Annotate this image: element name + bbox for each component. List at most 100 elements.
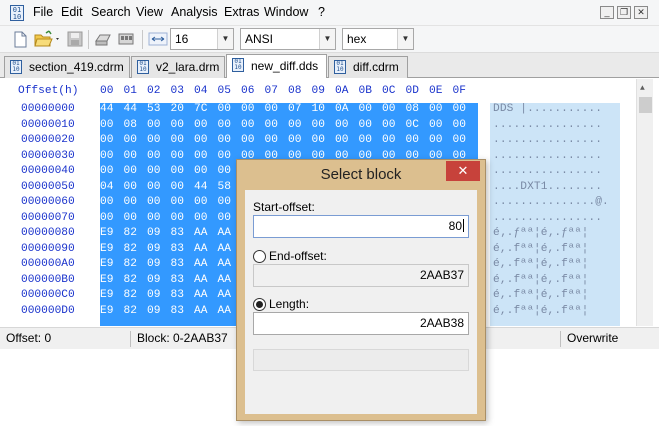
ascii-text[interactable]: ................ [493,119,602,131]
hex-byte[interactable]: 00 [100,165,120,177]
restore-button[interactable]: ❐ [617,6,631,19]
hex-byte[interactable]: 07 [288,103,308,115]
ascii-text[interactable]: ................ [493,134,602,146]
hex-byte[interactable]: 00 [100,212,120,224]
hex-byte[interactable]: 00 [171,181,191,193]
hex-byte[interactable]: 00 [171,134,191,146]
charset-select[interactable]: ANSI ▼ [240,28,336,50]
menu-window[interactable]: Window [264,5,308,19]
hex-byte[interactable]: 00 [406,134,426,146]
hex-byte[interactable]: AA [218,305,238,317]
hex-byte[interactable]: 00 [335,119,355,131]
ascii-text[interactable]: é‚.ƒªª¦é‚.ƒªª¦ [493,227,588,239]
hex-byte[interactable]: 44 [124,103,144,115]
ascii-text[interactable]: é,.fªª¦é,.fªª¦ [493,258,588,270]
ascii-text[interactable]: ................ [493,165,602,177]
hex-byte[interactable]: 00 [453,134,473,146]
hex-byte[interactable]: 00 [124,212,144,224]
hex-byte[interactable]: 00 [147,165,167,177]
menu-help[interactable]: ? [318,5,325,19]
hex-byte[interactable]: 0C [406,119,426,131]
save-icon[interactable] [65,30,85,48]
hex-byte[interactable]: 09 [147,243,167,255]
tab-new-diff[interactable]: 01 10 new_diff.dds [226,54,327,78]
hex-byte[interactable]: 00 [382,119,402,131]
hex-byte[interactable]: 00 [100,150,120,162]
hex-byte[interactable]: 00 [265,103,285,115]
hex-byte[interactable]: 00 [194,150,214,162]
hex-byte[interactable]: 00 [171,150,191,162]
menu-view[interactable]: View [136,5,163,19]
hex-byte[interactable]: AA [194,274,214,286]
hex-byte[interactable]: 00 [382,103,402,115]
hex-byte[interactable]: 00 [359,134,379,146]
tab-v2-lara[interactable]: 01 10 v2_lara.drm [131,56,225,78]
hex-byte[interactable]: 20 [171,103,191,115]
hex-byte[interactable]: AA [194,258,214,270]
hex-byte[interactable]: 82 [124,274,144,286]
hex-byte[interactable]: 09 [147,227,167,239]
open-folder-icon[interactable] [33,30,61,48]
vertical-scrollbar[interactable]: ▲ [636,79,653,326]
hex-byte[interactable]: 00 [171,119,191,131]
hex-byte[interactable]: 82 [124,289,144,301]
length-radio[interactable] [253,298,266,311]
hex-byte[interactable]: 00 [382,134,402,146]
hex-byte[interactable]: 00 [124,181,144,193]
hex-byte[interactable]: 00 [359,119,379,131]
hex-byte[interactable]: AA [194,289,214,301]
hex-byte[interactable]: 00 [218,150,238,162]
ascii-text[interactable]: ....DXT1........ [493,181,602,193]
hex-byte[interactable]: 00 [147,150,167,162]
hex-byte[interactable]: E9 [100,227,120,239]
ascii-text[interactable]: é,.fªª¦é,.fªª¦ [493,305,588,317]
hex-byte[interactable]: 00 [265,119,285,131]
hex-byte[interactable]: 04 [100,181,120,193]
hex-byte[interactable]: 00 [100,196,120,208]
length-input[interactable]: 2AAB38 [253,312,469,335]
hex-byte[interactable]: 08 [124,119,144,131]
hex-byte[interactable]: 44 [194,181,214,193]
hex-byte[interactable]: 83 [171,243,191,255]
hex-byte[interactable]: AA [218,258,238,270]
hex-byte[interactable]: 00 [171,196,191,208]
hex-byte[interactable]: 00 [147,212,167,224]
hex-byte[interactable]: 00 [171,165,191,177]
hex-byte[interactable]: 83 [171,258,191,270]
hex-byte[interactable]: 00 [124,165,144,177]
hex-byte[interactable]: 00 [288,134,308,146]
hex-byte[interactable]: 00 [241,103,261,115]
hex-byte[interactable]: AA [218,227,238,239]
end-offset-radio[interactable] [253,250,266,263]
menu-search[interactable]: Search [91,5,131,19]
hex-byte[interactable]: 00 [453,103,473,115]
hex-byte[interactable]: 00 [194,119,214,131]
hex-byte[interactable]: 09 [147,289,167,301]
hex-byte[interactable]: 82 [124,258,144,270]
hex-byte[interactable]: AA [218,243,238,255]
hex-byte[interactable]: 83 [171,305,191,317]
ascii-text[interactable]: é,.fªª¦é,.fªª¦ [493,243,588,255]
hex-byte[interactable]: 00 [124,196,144,208]
hex-byte[interactable]: 10 [312,103,332,115]
hex-byte[interactable]: AA [194,243,214,255]
hex-byte[interactable]: 00 [147,119,167,131]
hex-byte[interactable]: 00 [171,212,191,224]
ascii-text[interactable]: é,.fªª¦é,.fªª¦ [493,274,588,286]
hex-byte[interactable]: 00 [429,103,449,115]
hex-byte[interactable]: 09 [147,274,167,286]
hex-byte[interactable]: 00 [147,181,167,193]
hex-byte[interactable]: 00 [124,134,144,146]
hex-byte[interactable]: 00 [147,196,167,208]
hex-byte[interactable]: 00 [194,196,214,208]
ascii-text[interactable]: ................ [493,212,602,224]
hex-byte[interactable]: AA [194,227,214,239]
ascii-text[interactable]: ...............@. [493,196,609,208]
hex-byte[interactable]: E9 [100,243,120,255]
hex-byte[interactable]: E9 [100,305,120,317]
bytes-per-row-select[interactable]: 16 ▼ [170,28,234,50]
end-offset-input[interactable]: 2AAB37 [253,264,469,287]
start-offset-input[interactable]: 80 [253,215,469,238]
menu-file[interactable]: File [33,5,53,19]
menu-edit[interactable]: Edit [61,5,83,19]
